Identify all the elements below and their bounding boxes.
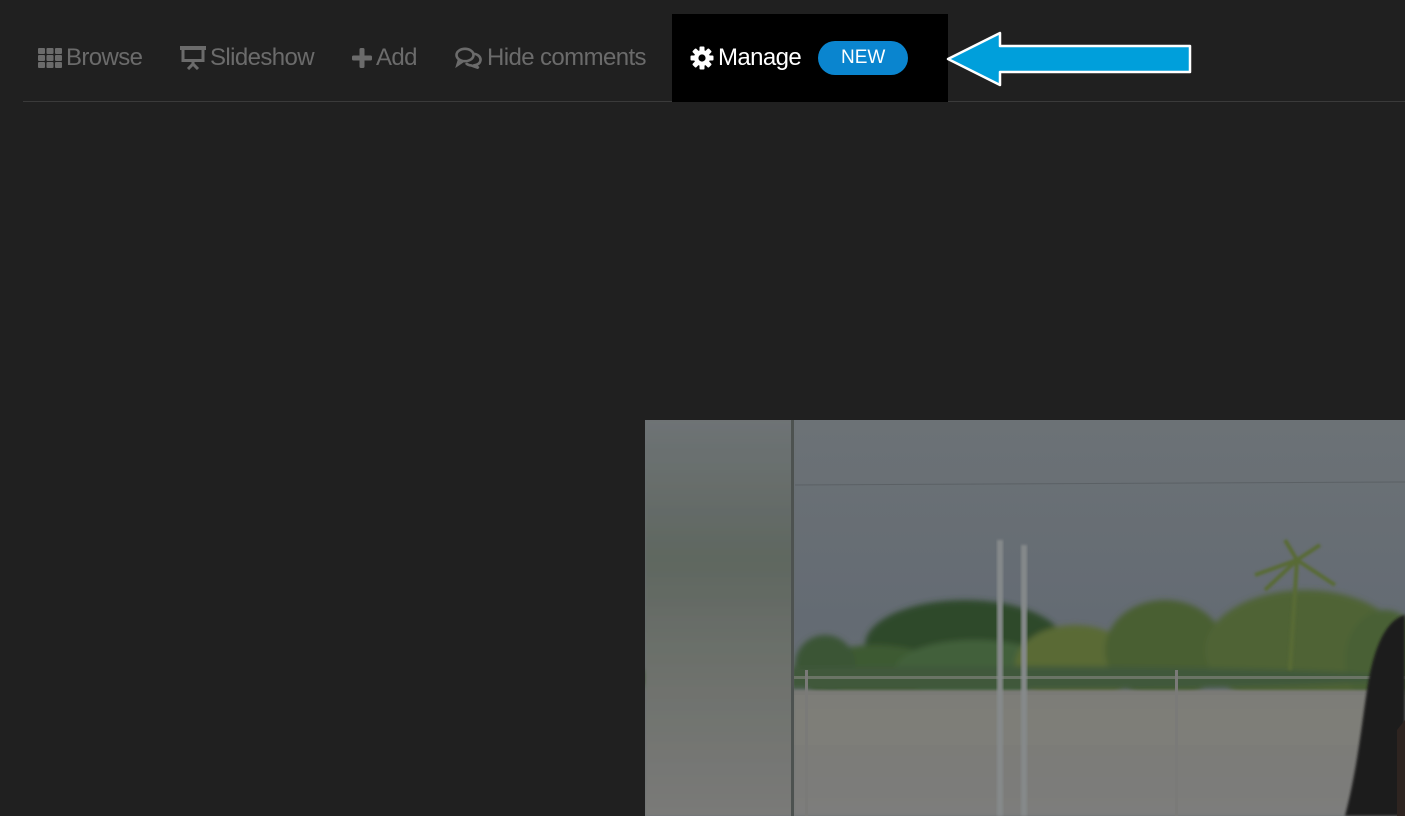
grid-icon [38,47,62,68]
nav-add-label: Add [376,43,418,71]
plus-icon [352,47,372,68]
nav-manage-label: Manage [718,44,802,71]
nav-hide-comments-label: Hide comments [487,43,647,71]
top-nav: Browse Slideshow Add Hide comments Manag… [23,14,1405,102]
comments-icon [455,47,483,69]
left-arrow-icon [944,30,1194,93]
photo[interactable] [645,420,1405,816]
nav-slideshow[interactable]: Slideshow [180,14,315,101]
nav-slideshow-label: Slideshow [210,43,315,71]
nav-hide-comments[interactable]: Hide comments [455,14,647,101]
gear-icon [690,46,714,70]
nav-manage[interactable]: Manage NEW [672,14,948,102]
nav-browse[interactable]: Browse [38,14,143,101]
presentation-icon [180,45,206,70]
nav-browse-label: Browse [66,43,143,71]
page: Browse Slideshow Add Hide comments Manag… [0,0,1405,816]
nav-add[interactable]: Add [352,14,418,101]
new-badge: NEW [818,41,909,75]
